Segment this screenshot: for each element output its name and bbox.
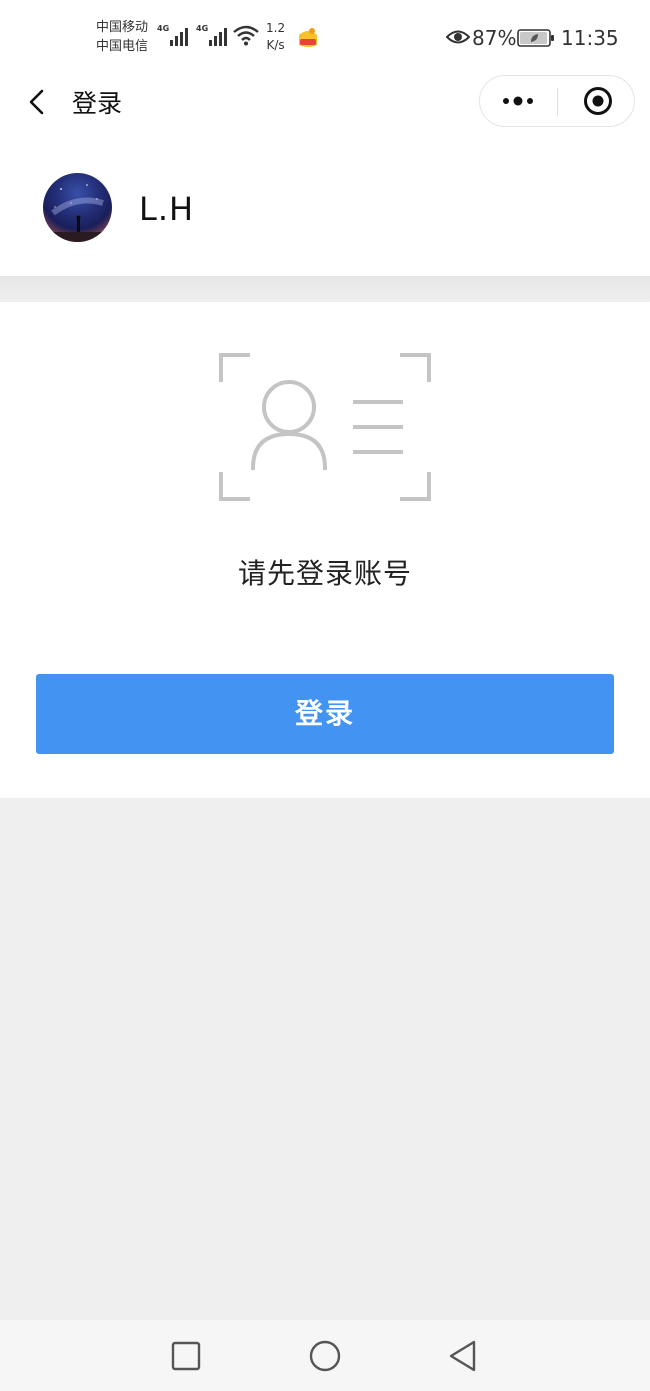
avatar-image: [43, 184, 112, 242]
carrier-1: 中国移动: [96, 20, 149, 35]
carrier-2: 中国电信: [96, 39, 149, 54]
wifi-icon: [233, 25, 259, 46]
home-icon[interactable]: [307, 1338, 343, 1374]
more-button[interactable]: [480, 76, 557, 126]
speed-unit: K/s: [266, 38, 285, 52]
more-icon: [503, 96, 533, 106]
user-row: L.H: [0, 138, 650, 276]
close-target-icon: [584, 87, 612, 115]
back-button[interactable]: [20, 82, 54, 120]
speed-value: 1.2: [266, 21, 286, 35]
clock: 11:35: [561, 26, 619, 50]
battery-percent: 87%: [472, 26, 517, 50]
page-title: 登录: [72, 89, 123, 118]
back-icon: [29, 89, 44, 115]
network-speed: 1.2 K/s: [266, 20, 285, 54]
back-triangle-icon[interactable]: [446, 1338, 482, 1374]
battery-icon: [517, 29, 554, 47]
system-nav-bar: [0, 1320, 650, 1391]
id-card-icon: [219, 353, 431, 501]
section-separator: [0, 276, 650, 302]
mini-program-capsule: [479, 75, 635, 127]
recent-apps-icon[interactable]: [168, 1338, 204, 1374]
avatar: [43, 173, 112, 242]
close-button[interactable]: [558, 76, 635, 126]
login-prompt: 请先登录账号: [237, 557, 412, 590]
eye-icon: [446, 30, 470, 44]
network-type-1: 4G: [157, 24, 170, 33]
login-button[interactable]: 登录: [36, 674, 614, 754]
login-card: 请先登录账号 登录: [0, 302, 650, 798]
carrier-labels: 中国移动 中国电信: [96, 18, 148, 56]
network-type-2: 4G: [196, 24, 209, 33]
nav-bar: 登录: [0, 75, 650, 138]
app-notification-icon: [299, 28, 317, 47]
username: L.H: [139, 190, 195, 228]
status-bar: 中国移动 中国电信 4G 4G 1.2 K/s 87% 11:35: [0, 0, 650, 76]
